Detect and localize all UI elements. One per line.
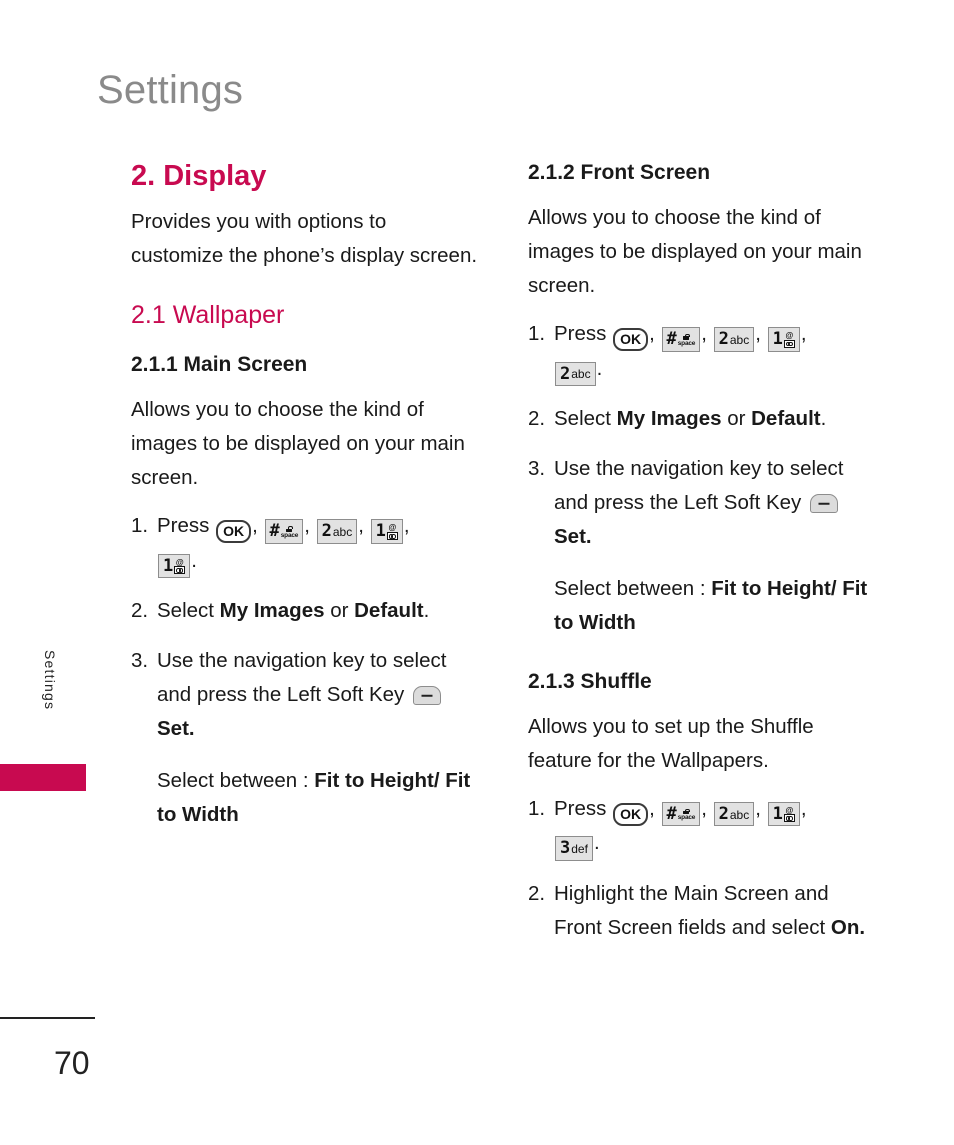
- step-note: Select between : Fit to Height/ Fit to W…: [157, 764, 481, 830]
- press-label: Press: [554, 322, 607, 346]
- step-item: 1. Press OK, # space, 2abc, 1 @, 2abc.: [528, 317, 878, 387]
- option-on: On.: [830, 915, 866, 939]
- side-tab-label: Settings: [42, 650, 58, 711]
- step-number: 2.: [131, 599, 149, 623]
- step-text: Press OK, # space, 2abc, 1 @, 1 @.: [157, 509, 481, 579]
- lock-icon: [683, 333, 690, 340]
- two-abc-key: 2abc: [713, 801, 755, 827]
- step-item: 3. Use the navigation key to select and …: [528, 452, 878, 638]
- left-soft-key-icon: [413, 686, 441, 706]
- ok-key: OK: [613, 802, 649, 826]
- step-number: 1.: [131, 514, 149, 538]
- topic-heading-front-screen: 2.1.2 Front Screen: [528, 161, 711, 184]
- voicemail-icon: [174, 566, 186, 575]
- topic-heading-shuffle: 2.1.3 Shuffle: [528, 669, 652, 693]
- steps-list-main-screen: 1. Press OK, # space, 2abc, 1 @, 1 @. 2. Se…: [131, 509, 481, 830]
- two-abc-key: 2abc: [555, 361, 596, 387]
- option-default: Default: [354, 599, 424, 623]
- one-voicemail-key: 1 @: [370, 519, 403, 544]
- press-label: Press: [157, 514, 210, 538]
- step-item: 2. Select My Images or Default.: [528, 402, 878, 436]
- step-text: Press OK, # space, 2abc, 1 @, 2abc.: [554, 317, 878, 387]
- or-label: or: [721, 407, 752, 431]
- option-default: Default: [751, 407, 821, 431]
- step-number: 3.: [131, 649, 149, 673]
- lock-icon: [286, 525, 293, 532]
- left-soft-key-icon: [810, 494, 838, 514]
- step-number: 2.: [528, 881, 546, 905]
- page-number: 70: [54, 1045, 90, 1081]
- page-title: Settings: [97, 68, 244, 112]
- topic-heading-main-screen: 2.1.1 Main Screen: [131, 353, 308, 377]
- voicemail-icon: [386, 531, 398, 540]
- step-number: 1.: [528, 796, 546, 820]
- left-column: 2. Display Provides you with options to …: [131, 160, 481, 847]
- step-instruction: Use the navigation key to select and pre…: [554, 457, 844, 515]
- voicemail-icon: [783, 339, 795, 348]
- step-number: 1.: [528, 322, 546, 346]
- step-item: 2. Select My Images or Default.: [131, 594, 481, 628]
- or-label: or: [324, 599, 355, 623]
- step-instruction: Use the navigation key to select and pre…: [157, 649, 447, 707]
- one-voicemail-key: 1 @: [767, 801, 800, 827]
- steps-list-shuffle: 1. Press OK, # space, 2abc, 1 @, 3def. 2. …: [528, 792, 878, 945]
- two-abc-key: 2abc: [713, 327, 755, 352]
- step-text: Select My Images or Default.: [157, 594, 481, 628]
- note-label: Select between :: [157, 769, 315, 793]
- right-column: 2.1.2 Front Screen Allows you to choose …: [528, 160, 878, 961]
- ok-key: OK: [216, 520, 252, 544]
- step-item: 2. Highlight the Main Screen and Front S…: [528, 877, 878, 945]
- set-label: Set.: [157, 717, 195, 741]
- subsection-heading-wallpaper: 2.1 Wallpaper: [131, 301, 285, 330]
- footer-divider: [0, 1017, 95, 1019]
- step-instruction: Highlight the Main Screen and Front Scre…: [554, 881, 829, 939]
- step-text: Press OK, # space, 2abc, 1 @, 3def.: [554, 792, 878, 861]
- step-item: 1. Press OK, # space, 2abc, 1 @, 3def.: [528, 792, 878, 861]
- section-intro-text: Provides you with options to customize t…: [131, 210, 478, 268]
- side-tab-marker: [0, 764, 86, 791]
- one-voicemail-key: 1 @: [158, 553, 191, 579]
- note-label: Select between :: [554, 577, 712, 601]
- select-label: Select: [157, 599, 220, 623]
- set-label: Set.: [554, 525, 592, 549]
- step-note: Select between : Fit to Height/ Fit to W…: [554, 572, 878, 638]
- one-voicemail-key: 1 @: [767, 327, 800, 352]
- step-number: 3.: [528, 457, 546, 481]
- hash-space-key: # space: [264, 519, 304, 544]
- step-text: Highlight the Main Screen and Front Scre…: [554, 877, 878, 945]
- two-abc-key: 2abc: [316, 519, 358, 544]
- three-def-key: 3def: [555, 836, 593, 861]
- press-label: Press: [554, 796, 607, 820]
- step-text: Use the navigation key to select and pre…: [554, 452, 878, 638]
- hash-space-key: # space: [661, 327, 701, 352]
- hash-space-key: # space: [661, 801, 701, 827]
- topic-intro-front-screen: Allows you to choose the kind of images …: [528, 206, 862, 298]
- topic-intro-shuffle: Allows you to set up the Shuffle feature…: [528, 714, 814, 772]
- period: .: [423, 599, 430, 623]
- section-heading-display: 2. Display: [131, 160, 267, 192]
- option-my-images: My Images: [616, 407, 722, 431]
- step-item: 1. Press OK, # space, 2abc, 1 @, 1 @.: [131, 509, 481, 579]
- voicemail-icon: [783, 814, 795, 823]
- step-number: 2.: [528, 407, 546, 431]
- step-text: Use the navigation key to select and pre…: [157, 644, 481, 830]
- lock-icon: [683, 808, 690, 815]
- ok-key: OK: [613, 328, 649, 352]
- select-label: Select: [554, 407, 617, 431]
- option-my-images: My Images: [219, 599, 325, 623]
- topic-intro-main-screen: Allows you to choose the kind of images …: [131, 398, 465, 490]
- steps-list-front-screen: 1. Press OK, # space, 2abc, 1 @, 2abc. 2. …: [528, 317, 878, 638]
- step-text: Select My Images or Default.: [554, 402, 878, 436]
- step-item: 3. Use the navigation key to select and …: [131, 644, 481, 830]
- period: .: [820, 407, 827, 431]
